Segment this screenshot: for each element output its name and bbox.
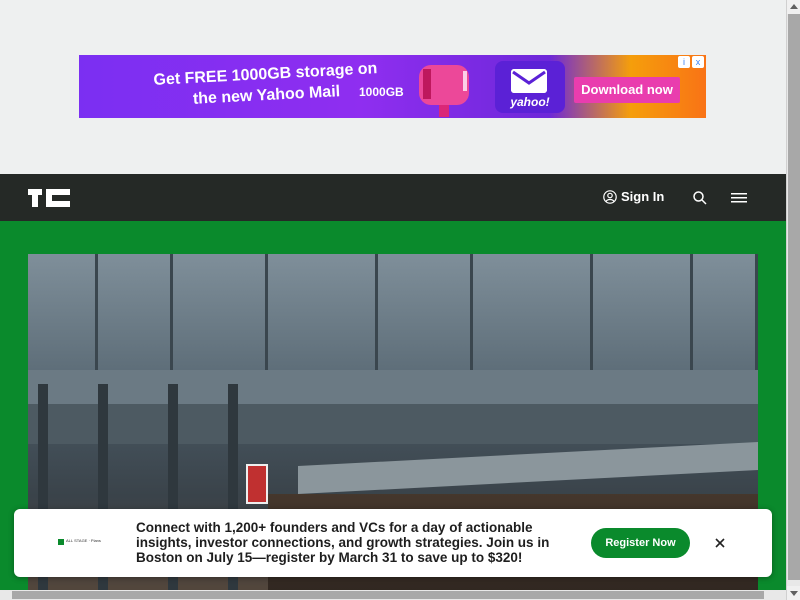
ad-controls: i x: [678, 56, 704, 68]
scroll-down-arrow-icon[interactable]: [787, 586, 800, 600]
building-canopy: [298, 441, 758, 495]
ad-headline: Get FREE 1000GB storage on the new Yahoo…: [153, 60, 378, 108]
building-lower-floor: [28, 404, 758, 444]
event-logo: ALL STAGE · Plans: [58, 538, 101, 545]
yahoo-logo: yahoo!: [495, 61, 565, 113]
menu-icon[interactable]: [731, 191, 747, 205]
close-icon[interactable]: [712, 535, 728, 551]
event-logo-text: ALL STAGE · Plans: [66, 538, 101, 543]
ad-banner[interactable]: Get FREE 1000GB storage on the new Yahoo…: [79, 55, 706, 118]
building-floor-band: [28, 370, 758, 406]
ad-area: Get FREE 1000GB storage on the new Yahoo…: [0, 0, 786, 174]
horizontal-scroll-thumb[interactable]: [12, 591, 764, 599]
sign-in-label: Sign In: [621, 189, 665, 204]
event-logo-mark: [58, 539, 64, 545]
sign-in-link[interactable]: Sign In: [603, 189, 664, 204]
scroll-up-arrow-icon[interactable]: [787, 0, 800, 14]
horizontal-scrollbar[interactable]: [0, 590, 786, 600]
ad-info-icon[interactable]: i: [678, 56, 690, 68]
ad-download-button[interactable]: Download now: [574, 77, 680, 103]
ad-close-icon[interactable]: x: [692, 56, 704, 68]
page: Get FREE 1000GB storage on the new Yahoo…: [0, 0, 786, 600]
site-header: TC Sign In: [0, 174, 786, 221]
register-now-button[interactable]: Register Now: [591, 528, 690, 558]
vertical-scroll-thumb[interactable]: [788, 14, 800, 580]
ad-mailbox-label: 1000GB: [359, 85, 404, 99]
event-promo-bar: ALL STAGE · Plans Connect with 1,200+ fo…: [14, 509, 772, 577]
street-sign: [246, 464, 268, 504]
vertical-scrollbar[interactable]: [786, 0, 800, 600]
building-glass-facade: [28, 254, 758, 374]
search-icon[interactable]: [692, 190, 708, 206]
promo-message: Connect with 1,200+ founders and VCs for…: [136, 520, 550, 565]
user-icon: [603, 189, 617, 204]
envelope-icon: [511, 69, 547, 93]
yahoo-logo-text: yahoo!: [510, 95, 550, 109]
techcrunch-logo[interactable]: TC: [28, 189, 70, 207]
